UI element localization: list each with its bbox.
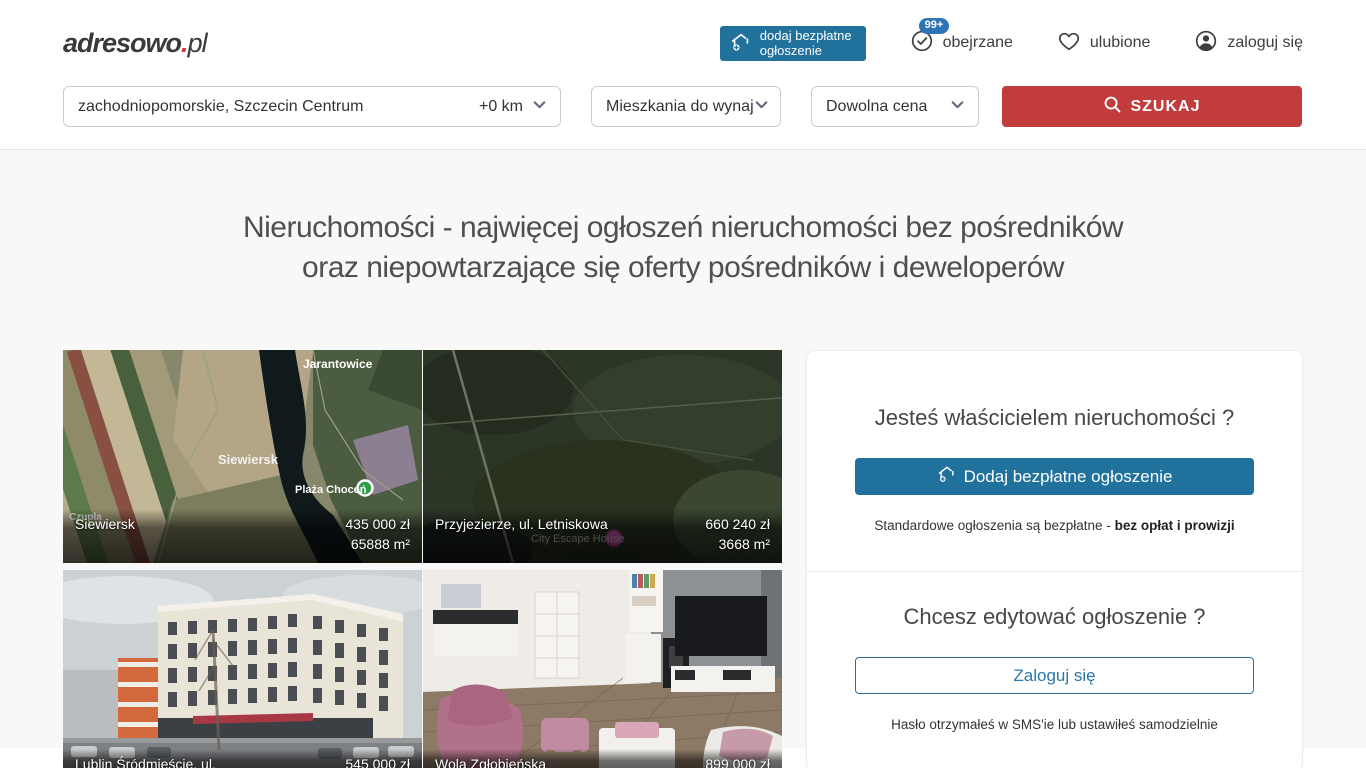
search-button-label: SZUKAJ [1130,98,1200,116]
listing-price: 660 240 zł [705,514,770,534]
listing-name: Wola Zgłobieńska [435,754,546,768]
location-input[interactable]: zachodniopomorskie, Szczecin Centrum +0 … [63,86,561,127]
listing-card[interactable]: City Escape House Przyjezierze, ul. Letn… [423,350,782,563]
listing-overlay: Siewiersk 435 000 zł 65888 m² [63,509,422,563]
add-listing-label: dodaj bezpłatne ogłoszenie [760,28,852,58]
favorites-label: ulubione [1090,34,1151,52]
owner-section: Jesteś właścicielem nieruchomości ? Doda… [807,351,1302,571]
price-select[interactable]: Dowolna cena [811,86,979,127]
logo-tld: pl [188,28,207,59]
location-value: zachodniopomorskie, Szczecin Centrum [78,98,479,116]
search-bar: zachodniopomorskie, Szczecin Centrum +0 … [63,86,1303,149]
listing-overlay: Wola Zgłobieńska 899 000 zł [423,749,782,768]
listings-grid: Jarantowice Siewiersk Plaża Choceń Czupl… [63,350,782,768]
svg-text:Jarantowice: Jarantowice [303,357,373,371]
house-plus-icon [730,31,752,56]
listing-name: Siewiersk [75,514,135,534]
svg-text:Siewiersk: Siewiersk [218,452,279,467]
viewed-label: obejrzane [943,34,1013,52]
owner-panel: Jesteś właścicielem nieruchomości ? Doda… [806,350,1303,768]
chevron-down-icon [949,96,966,118]
viewed-link[interactable]: 99+ obejrzane [910,29,1013,58]
edit-note: Hasło otrzymałeś w SMS'ie lub ustawiłeś … [855,717,1254,732]
price-value: Dowolna cena [826,98,927,116]
logo[interactable]: adresowo.pl [63,28,207,59]
listing-name: Lublin Śródmieście, ul. [75,754,216,768]
listing-overlay: Przyjezierze, ul. Letniskowa 660 240 zł … [423,509,782,563]
radius-select[interactable]: +0 km [479,96,548,118]
category-select[interactable]: Mieszkania do wynajęc [591,86,781,127]
svg-text:Plaża Choceń: Plaża Choceń [295,484,367,496]
login-link[interactable]: zaloguj się [1194,29,1303,58]
listing-photo [423,570,782,768]
add-listing-button[interactable]: dodaj bezpłatne ogłoszenie [720,26,866,61]
heart-icon [1057,29,1081,58]
header-actions: dodaj bezpłatne ogłoszenie 99+ obejrzane [720,26,1303,61]
page-title: Nieruchomości - najwięcej ogłoszeń nieru… [63,150,1303,350]
site-header: adresowo.pl dodaj bezpłatne ogłoszenie [0,0,1366,150]
category-value: Mieszkania do wynajęc [606,98,753,116]
chevron-down-icon [531,96,548,118]
listing-price: 545 000 zł [345,754,410,768]
owner-note: Standardowe ogłoszenia są bezpłatne - be… [855,518,1254,533]
user-icon [1194,29,1218,58]
viewed-count-badge: 99+ [919,18,950,34]
listing-card[interactable]: Wola Zgłobieńska 899 000 zł [423,570,782,768]
sidebar-add-listing-button[interactable]: Dodaj bezpłatne ogłoszenie [855,458,1254,495]
radius-value: +0 km [479,98,523,116]
house-plus-icon [937,464,957,489]
listing-price: 435 000 zł [345,514,410,534]
edit-section: Chcesz edytować ogłoszenie ? Zaloguj się… [807,571,1302,768]
listing-overlay: Lublin Śródmieście, ul. 545 000 zł [63,749,422,768]
listing-card[interactable]: Jarantowice Siewiersk Plaża Choceń Czupl… [63,350,422,563]
logo-text: adresowo [63,28,181,59]
chevron-down-icon [753,96,768,118]
favorites-link[interactable]: ulubione [1057,29,1151,58]
sidebar-login-label: Zaloguj się [1013,666,1095,686]
listing-card[interactable]: Lublin Śródmieście, ul. 545 000 zł [63,570,422,768]
login-label: zaloguj się [1227,34,1303,52]
listing-photo [63,570,422,768]
listing-area: 65888 m² [345,534,410,554]
listing-area: 3668 m² [705,534,770,554]
sidebar-login-button[interactable]: Zaloguj się [855,657,1254,694]
content-columns: Jarantowice Siewiersk Plaża Choceń Czupl… [63,350,1303,768]
owner-title: Jesteś właścicielem nieruchomości ? [855,405,1254,431]
sidebar-add-listing-label: Dodaj bezpłatne ogłoszenie [964,467,1173,487]
top-bar: adresowo.pl dodaj bezpłatne ogłoszenie [63,0,1303,86]
page: adresowo.pl dodaj bezpłatne ogłoszenie [0,0,1366,768]
search-icon [1103,95,1122,119]
edit-title: Chcesz edytować ogłoszenie ? [855,604,1254,630]
listing-price: 899 000 zł [705,754,770,768]
search-button[interactable]: SZUKAJ [1002,86,1302,127]
listing-name: Przyjezierze, ul. Letniskowa [435,514,608,534]
main-content: Nieruchomości - najwięcej ogłoszeń nieru… [0,150,1366,748]
